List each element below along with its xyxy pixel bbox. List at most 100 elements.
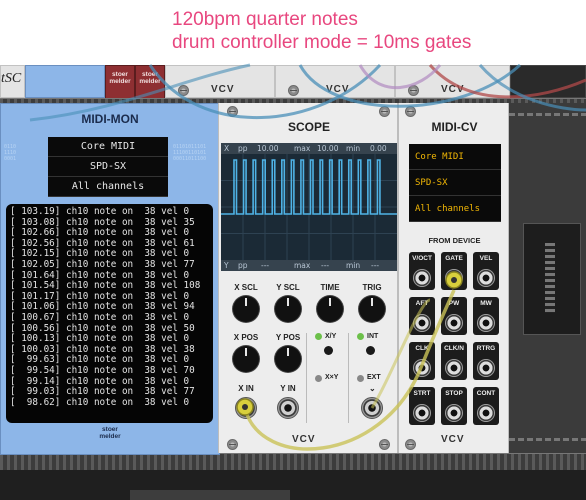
stoermelder-module-2: stoer melder bbox=[135, 65, 165, 101]
scope-hdr-min: min bbox=[346, 261, 361, 270]
scope-hdr-pp-val: --- bbox=[261, 261, 270, 270]
output-jack[interactable] bbox=[477, 404, 495, 422]
x-scl-knob[interactable] bbox=[233, 296, 259, 322]
rack-next-row bbox=[130, 490, 290, 500]
decorative-stripe bbox=[509, 438, 586, 441]
divider bbox=[348, 333, 349, 423]
scope-hdr-min-val: --- bbox=[371, 261, 380, 270]
vcv-logo: VCV bbox=[211, 84, 235, 95]
midi-cv-driver-select[interactable]: Core MIDI bbox=[409, 144, 501, 170]
caption-line-1: 120bpm quarter notes bbox=[172, 9, 358, 30]
output-jack[interactable] bbox=[445, 269, 463, 287]
output-jack[interactable] bbox=[413, 269, 431, 287]
rack-lower-area bbox=[0, 470, 586, 500]
output-jack[interactable] bbox=[477, 269, 495, 287]
divider bbox=[306, 333, 307, 423]
midi-mon-device-select[interactable]: SPD-SX bbox=[48, 157, 168, 177]
ext-trig-jack[interactable] bbox=[361, 397, 383, 419]
brand-melder: melder bbox=[109, 78, 131, 85]
stoermelder-module-1: stoer melder bbox=[105, 65, 135, 101]
caption: 120bpm quarter notes drum controller mod… bbox=[172, 8, 572, 54]
vcv-logo: VCV bbox=[326, 84, 350, 95]
screw-icon bbox=[405, 106, 416, 117]
log-line: [ 100.67] ch10 note on 38 vel 0 bbox=[10, 311, 190, 323]
x-in-jack[interactable] bbox=[235, 397, 257, 419]
log-line: [ 98.62] ch10 note on 38 vel 0 bbox=[10, 396, 190, 408]
midi-mon-module: 01101011101 11100110101 00011011100 0110 11… bbox=[0, 103, 220, 455]
from-device-label: FROM DEVICE bbox=[428, 236, 481, 245]
scope-hdr-max-val: 10.00 bbox=[317, 144, 339, 153]
trig-knob[interactable] bbox=[359, 296, 385, 322]
midi-mon-channel-select[interactable]: All channels bbox=[48, 177, 168, 197]
partial-module-blue bbox=[25, 65, 105, 98]
scope-hdr-max-val: --- bbox=[321, 261, 330, 270]
y-in-jack[interactable] bbox=[277, 397, 299, 419]
brand-melder: melder bbox=[99, 433, 121, 440]
brand-melder: melder bbox=[139, 78, 161, 85]
output-jack[interactable] bbox=[477, 314, 495, 332]
output-jack[interactable] bbox=[477, 359, 495, 377]
partial-module-top-3: VCV bbox=[395, 65, 510, 98]
xy-mode-label: X/Y bbox=[325, 333, 337, 340]
output-gate: GATE bbox=[441, 252, 467, 290]
scope-hdr-min: min bbox=[346, 144, 361, 153]
y-scl-knob[interactable] bbox=[275, 296, 301, 322]
xy-mode-button[interactable] bbox=[324, 346, 333, 355]
y-pos-knob[interactable] bbox=[275, 346, 301, 372]
vcv-logo: VCV bbox=[441, 434, 465, 445]
output-label: CONT bbox=[476, 390, 496, 397]
output-label: PW bbox=[448, 300, 460, 307]
rack-rail-bottom bbox=[0, 453, 586, 471]
output-label: STRT bbox=[413, 390, 431, 397]
output-pw: PW bbox=[441, 297, 467, 335]
output-rtrg: RTRG bbox=[473, 342, 499, 380]
output-jack[interactable] bbox=[413, 404, 431, 422]
midi-cv-device-select[interactable]: SPD-SX bbox=[409, 170, 501, 196]
output-strt: STRT bbox=[409, 387, 435, 425]
decorative-stripe bbox=[509, 113, 586, 116]
scope-hdr-pp: pp bbox=[238, 261, 248, 270]
output-jack[interactable] bbox=[445, 314, 463, 332]
vcv-logo: VCV bbox=[441, 84, 465, 95]
screw-icon bbox=[178, 85, 189, 96]
x-eq-y-led bbox=[315, 375, 322, 382]
midi-mon-driver-select[interactable]: Core MIDI bbox=[48, 137, 168, 157]
screw-icon bbox=[405, 439, 416, 450]
x-eq-y-label: X×Y bbox=[325, 374, 339, 381]
xy-led bbox=[315, 333, 322, 340]
output-label: MW bbox=[480, 300, 492, 307]
ext-label: EXT bbox=[367, 374, 381, 381]
screw-icon bbox=[227, 106, 238, 117]
trig-source-button[interactable] bbox=[366, 346, 375, 355]
screw-icon bbox=[379, 106, 390, 117]
scope-hdr-pp-val: 10.00 bbox=[257, 144, 279, 153]
midi-mon-brand: stoer melder bbox=[1, 426, 219, 440]
midi-cv-title: MIDI-CV bbox=[431, 120, 478, 134]
screw-icon bbox=[379, 439, 390, 450]
log-line: [ 102.05] ch10 note on 38 vel 77 bbox=[10, 258, 195, 270]
output-jack[interactable] bbox=[413, 359, 431, 377]
chevron-down-icon: ⌄ bbox=[369, 384, 376, 393]
output-jack[interactable] bbox=[445, 359, 463, 377]
output-label: GATE bbox=[445, 255, 463, 262]
trig-label: TRIG bbox=[362, 283, 382, 292]
output-label: V/OCT bbox=[412, 255, 432, 262]
log-line: [ 103.19] ch10 note on 38 vel 0 bbox=[10, 206, 190, 217]
output-jack[interactable] bbox=[445, 404, 463, 422]
x-pos-knob[interactable] bbox=[233, 346, 259, 372]
output-label: CLK/N bbox=[444, 345, 464, 352]
midi-mon-title: MIDI-MON bbox=[81, 112, 139, 126]
scope-module: SCOPE X pp 10.00 max 10.00 min 0.00 Y pp… bbox=[218, 103, 398, 453]
scope-hdr-max: max bbox=[294, 144, 311, 153]
midi-mon-log[interactable]: [ 103.19] ch10 note on 38 vel 0 [ 103.08… bbox=[6, 204, 213, 423]
output-cont: CONT bbox=[473, 387, 499, 425]
time-knob[interactable] bbox=[317, 296, 343, 322]
partial-module-text: tSC bbox=[1, 71, 22, 86]
screw-icon bbox=[288, 85, 299, 96]
vcv-logo: VCV bbox=[292, 434, 316, 445]
midi-cv-channel-select[interactable]: All channels bbox=[409, 196, 501, 222]
partial-module-top-1: VCV bbox=[165, 65, 275, 98]
output-label: CLK bbox=[415, 345, 429, 352]
output-jack[interactable] bbox=[413, 314, 431, 332]
partial-module-right bbox=[509, 103, 586, 453]
